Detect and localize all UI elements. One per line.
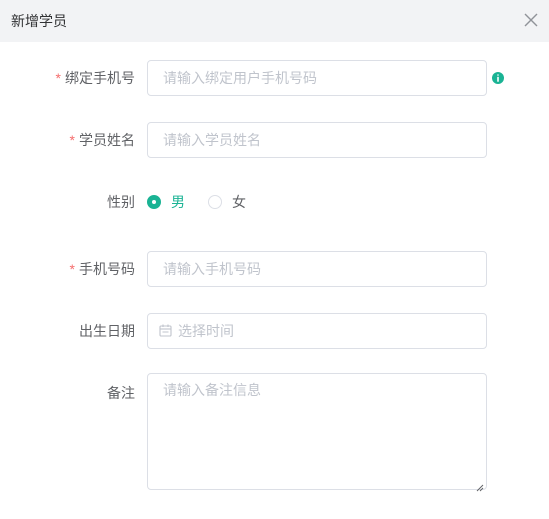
student-name-field[interactable]	[147, 122, 487, 158]
gender-label: 性别	[107, 194, 135, 210]
form-row-gender: 性别 男 女	[0, 192, 549, 212]
required-star: *	[69, 132, 75, 148]
dialog-header: 新增学员	[0, 0, 549, 42]
form-row-bind-phone: * 绑定手机号	[0, 60, 549, 96]
required-star: *	[55, 70, 61, 86]
bind-phone-label: * 绑定手机号	[55, 70, 135, 86]
birth-date-input[interactable]	[148, 314, 486, 348]
gender-radio-female[interactable]: 女	[208, 192, 246, 212]
remark-textarea[interactable]	[148, 374, 486, 489]
dialog-title: 新增学员	[11, 13, 67, 29]
form-row-phone: * 手机号码	[0, 251, 549, 287]
gender-option-female: 女	[232, 194, 246, 210]
phone-field[interactable]	[147, 251, 487, 287]
gender-radio-male[interactable]: 男	[147, 192, 185, 212]
form-row-student-name: * 学员姓名	[0, 122, 549, 158]
required-star: *	[69, 261, 75, 277]
resize-handle-icon[interactable]	[476, 479, 484, 492]
gender-radio-group: 男 女	[147, 192, 267, 212]
student-name-label: * 学员姓名	[69, 132, 135, 148]
bind-phone-input[interactable]	[148, 61, 486, 95]
student-name-input[interactable]	[148, 123, 486, 157]
radio-checked-icon[interactable]	[147, 195, 161, 209]
phone-label: * 手机号码	[69, 261, 135, 277]
form-row-remark: 备注	[0, 373, 549, 492]
calendar-icon	[159, 324, 172, 337]
add-student-dialog: 新增学员 *绑定手机号 *学员姓名	[0, 0, 549, 519]
close-icon[interactable]	[521, 10, 541, 30]
info-icon[interactable]	[492, 71, 504, 84]
gender-option-male: 男	[171, 194, 185, 210]
bind-phone-field[interactable]	[147, 60, 487, 96]
birth-date-picker[interactable]	[147, 313, 487, 349]
form-row-birth-date: 出生日期	[0, 313, 549, 349]
remark-label: 备注	[107, 385, 135, 401]
birth-date-label: 出生日期	[79, 323, 135, 339]
remark-field[interactable]	[147, 373, 487, 492]
radio-unchecked-icon[interactable]	[208, 195, 222, 209]
phone-input[interactable]	[148, 252, 486, 286]
